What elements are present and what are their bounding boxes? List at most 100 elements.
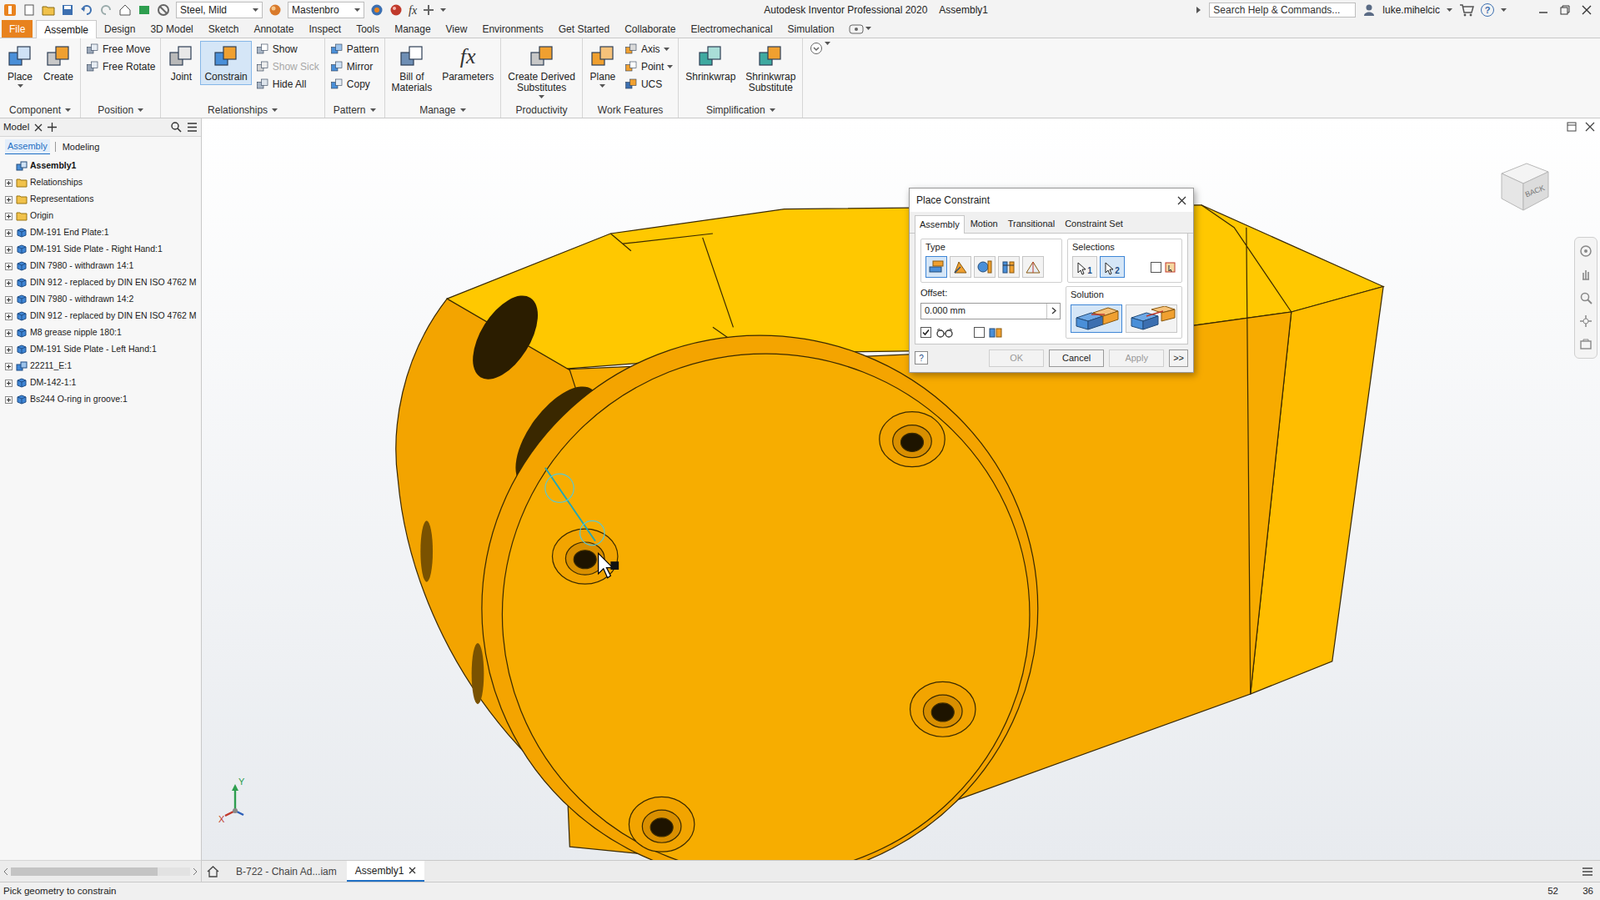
file-menu[interactable]: File — [1, 20, 33, 38]
ribbon-tab[interactable]: Electromechanical — [683, 20, 781, 38]
ribbon-tab[interactable]: Annotate — [245, 20, 301, 38]
ribbon-button[interactable]: Place — [2, 40, 38, 91]
material-dropdown[interactable]: Steel, Mild — [175, 1, 263, 19]
selection-button[interactable]: 1 — [1072, 255, 1098, 278]
ribbon-button[interactable]: Create — [39, 40, 78, 86]
tree-expander[interactable] — [3, 260, 14, 271]
tree-item[interactable]: DIN 7980 - withdrawn 14:1 — [0, 257, 201, 275]
ribbon-panel-title[interactable]: Component — [2, 102, 78, 118]
browser-subtab[interactable]: Modeling — [60, 140, 102, 155]
ribbon-tab[interactable]: 3D Model — [142, 20, 201, 38]
tree-item[interactable]: DM-191 End Plate:1 — [0, 224, 201, 241]
ribbon-extra[interactable] — [802, 38, 838, 118]
offset-menu-button[interactable] — [1046, 303, 1060, 319]
ribbon-tab[interactable]: Environments — [474, 20, 551, 38]
tree-item[interactable]: 22211_E:1 — [0, 357, 201, 375]
help-button[interactable]: ? — [1480, 3, 1495, 17]
dialog-tab[interactable]: Transitional — [1003, 215, 1059, 233]
tree-item[interactable]: DIN 912 - replaced by DIN EN ISO 4762 M — [0, 274, 201, 291]
tree-item[interactable]: DIN 7980 - withdrawn 14:2 — [0, 290, 201, 308]
ribbon-tab[interactable]: Get Started — [551, 20, 617, 38]
tree-expander[interactable] — [3, 244, 14, 255]
offset-field[interactable]: 0.000 mm — [920, 302, 1061, 320]
tree-expander[interactable] — [3, 160, 14, 171]
ribbon-small-button[interactable]: Axis — [621, 40, 676, 58]
appearance-dropdown[interactable]: Mastenbro — [287, 1, 365, 19]
ribbon-small-button[interactable]: Copy — [327, 75, 382, 93]
ribbon-tab[interactable]: Sketch — [200, 20, 247, 38]
ribbon-button[interactable]: Shrinkwrap — [681, 40, 740, 86]
pick-part-first-checkbox[interactable] — [1150, 261, 1162, 273]
ribbon-button[interactable]: Joint — [163, 40, 199, 86]
scroll-thumb[interactable] — [10, 867, 158, 876]
constraint-type-button[interactable] — [998, 255, 1020, 278]
ribbon-button[interactable]: Plane — [585, 40, 621, 91]
tree-expander[interactable] — [3, 361, 14, 372]
ribbon-tab[interactable]: View — [438, 20, 476, 38]
ribbon-button[interactable]: ShrinkwrapSubstitute — [741, 40, 800, 96]
tree-expander[interactable] — [3, 310, 14, 322]
horizontal-scrollbar[interactable] — [0, 859, 201, 882]
formula-icon[interactable]: fx — [408, 1, 417, 20]
solution-button[interactable] — [1125, 304, 1178, 333]
tree-expander[interactable] — [3, 277, 14, 288]
ribbon-small-button[interactable]: Pattern — [327, 40, 382, 58]
tree-item[interactable]: Bs244 O-ring in groove:1 — [0, 391, 201, 408]
ribbon-tab[interactable]: Manage — [386, 20, 438, 38]
ribbon-tab[interactable]: Assemble — [35, 20, 97, 39]
user-name[interactable]: luke.mihelcic — [1382, 2, 1440, 18]
view-cube-label[interactable]: BACK — [1524, 183, 1546, 199]
tree-item[interactable]: Origin — [0, 207, 201, 225]
dialog-button[interactable]: OK — [988, 349, 1044, 367]
ribbon-button[interactable]: Bill ofMaterials — [387, 40, 437, 96]
solution-button[interactable] — [1070, 304, 1123, 333]
tree-item[interactable]: DM-191 Side Plate - Left Hand:1 — [0, 341, 201, 358]
tree-expander[interactable] — [3, 177, 14, 188]
browser-tab[interactable]: Model — [3, 120, 30, 135]
ribbon-small-button[interactable]: UCS — [621, 75, 676, 93]
tree-expander[interactable] — [3, 327, 14, 338]
search-input[interactable] — [1208, 2, 1356, 18]
dialog-button[interactable]: Apply — [1108, 349, 1164, 367]
ribbon-tab[interactable]: Tools — [348, 20, 387, 38]
ribbon-tab[interactable]: Collaborate — [616, 20, 683, 38]
tree-item[interactable]: M8 grease nipple 180:1 — [0, 324, 201, 342]
document-tab[interactable]: B-722 - Chain Ad...iam — [227, 860, 346, 882]
tree-item[interactable]: Assembly1 — [0, 157, 201, 175]
ribbon-panel-title[interactable]: Pattern — [327, 102, 382, 118]
tree-expander[interactable] — [3, 377, 14, 388]
document-tab[interactable]: Assembly1 — [346, 860, 426, 882]
ribbon-small-button[interactable]: Free Rotate — [83, 58, 158, 76]
help-button[interactable]: ? — [914, 351, 928, 365]
ribbon-panel-title[interactable]: Position — [83, 102, 158, 118]
selection-button[interactable]: 2 — [1099, 255, 1125, 278]
browser-subtab[interactable]: Assembly — [5, 139, 51, 155]
ribbon-tab[interactable]: Design — [96, 20, 143, 38]
constraint-type-button[interactable] — [1022, 255, 1044, 278]
offset-value[interactable]: 0.000 mm — [921, 303, 1047, 318]
view-cube[interactable]: BACK — [1493, 155, 1555, 217]
ribbon-panel-title[interactable]: Manage — [387, 102, 499, 118]
tree-expander[interactable] — [3, 227, 14, 238]
dialog-tab[interactable]: Motion — [966, 215, 1003, 233]
predict-offset-checkbox[interactable] — [973, 326, 985, 338]
tree-item[interactable]: DIN 912 - replaced by DIN EN ISO 4762 M — [0, 307, 201, 325]
tree-item[interactable]: DM-142-1:1 — [0, 374, 201, 392]
ribbon-small-button[interactable]: Point — [621, 58, 676, 76]
ribbon-tab[interactable]: Inspect — [300, 20, 349, 38]
dialog-button[interactable]: >> — [1168, 349, 1189, 367]
ribbon-button[interactable]: fxParameters — [437, 40, 498, 86]
tree-expander[interactable] — [3, 294, 14, 305]
ribbon-button[interactable]: Create DerivedSubstitutes — [503, 40, 580, 102]
navigation-bar[interactable] — [1574, 236, 1598, 359]
ribbon-small-button[interactable]: Hide All — [253, 75, 322, 93]
dialog-tab[interactable]: Constraint Set — [1060, 215, 1128, 233]
tree-expander[interactable] — [3, 194, 14, 205]
ribbon-panel-title[interactable]: Productivity — [503, 102, 580, 118]
constraint-type-button[interactable] — [973, 255, 996, 278]
ribbon-panel-title[interactable]: Work Features — [585, 102, 676, 118]
ribbon-small-button[interactable]: Mirror — [327, 58, 382, 76]
tree-item[interactable]: Representations — [0, 190, 201, 208]
tree-expander[interactable] — [3, 394, 14, 405]
tree-item[interactable]: Relationships — [0, 174, 201, 191]
